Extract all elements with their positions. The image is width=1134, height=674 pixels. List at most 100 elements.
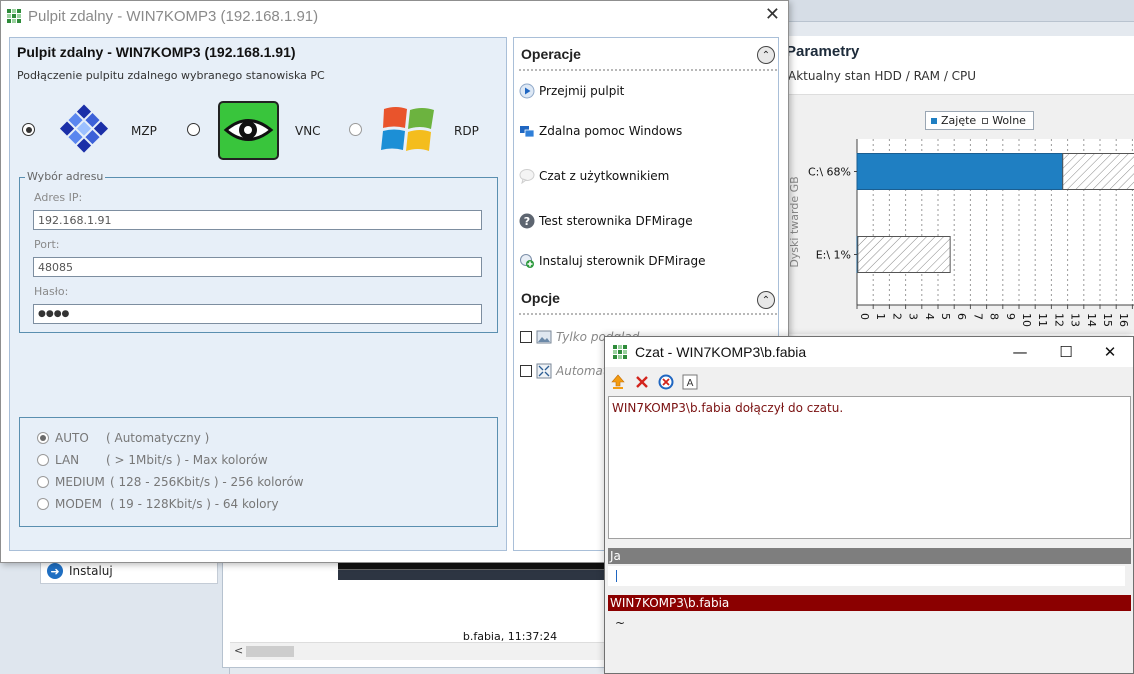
password-input[interactable] [33, 304, 482, 324]
chat-titlebar: Czat - WIN7KOMP3\b.fabia — ☐ ✕ [605, 337, 1133, 367]
font-icon[interactable]: A [681, 373, 699, 391]
x-tick-label: 9 [1004, 313, 1017, 320]
mode-option-medium[interactable]: MEDIUM ( 128 - 256Kbit/s ) - 256 kolorów [37, 475, 304, 489]
chat-window: Czat - WIN7KOMP3\b.fabia — ☐ ✕ A WIN7KOM… [604, 336, 1134, 674]
dialog-title: Pulpit zdalny - WIN7KOMP3 (192.168.1.91) [28, 7, 319, 25]
op-chat-with-user[interactable]: Czat z użytkownikiem [519, 168, 669, 184]
my-message-header: Ja [608, 548, 1131, 564]
port-input[interactable] [33, 257, 482, 277]
x-tick-label: 11 [1036, 313, 1049, 327]
operations-divider [519, 69, 777, 71]
vnc-eye-icon [218, 101, 279, 160]
dialog-titlebar: Pulpit zdalny - WIN7KOMP3 (192.168.1.91)… [1, 1, 788, 31]
app-logo-icon [7, 9, 21, 23]
x-tick-label: 15 [1101, 313, 1114, 327]
chat-close-button[interactable]: ✕ [1087, 337, 1133, 367]
x-tick-label: 2 [890, 313, 903, 320]
x-tick-label: 3 [907, 313, 920, 320]
mode-radio-auto[interactable] [37, 432, 49, 444]
scroll-thumb[interactable] [246, 646, 294, 657]
options-collapse-button[interactable]: ⌃ [757, 291, 775, 309]
mode-option-modem[interactable]: MODEM ( 19 - 128Kbit/s ) - 64 kolory [37, 497, 279, 511]
connection-title: Pulpit zdalny - WIN7KOMP3 (192.168.1.91) [17, 44, 296, 60]
category-label: C:\ 68% [808, 166, 851, 179]
image-icon [536, 329, 552, 345]
password-label: Hasło: [34, 285, 69, 298]
protocol-radio-rdp[interactable] [349, 123, 362, 136]
disk-chart-area: 01234567891011121314151617C:\ 68%E:\ 1%D… [788, 94, 1134, 334]
protocol-label-rdp: RDP [454, 124, 479, 138]
options-divider [519, 313, 777, 315]
automatic-checkbox[interactable] [520, 365, 532, 377]
mode-radio-modem[interactable] [37, 498, 49, 510]
x-tick-label: 1 [874, 313, 887, 320]
install-driver-icon [519, 253, 535, 269]
mode-option-auto[interactable]: AUTO ( Automatyczny ) [37, 431, 209, 445]
clear-icon[interactable] [633, 373, 651, 391]
x-tick-label: 10 [1020, 313, 1033, 327]
chat-bubble-icon [519, 168, 535, 184]
x-tick-label: 7 [971, 313, 984, 320]
legend-swatch-used [931, 118, 937, 124]
chat-log: WIN7KOMP3\b.fabia dołączył do czatu. [608, 396, 1131, 539]
op-take-desktop[interactable]: Przejmij pulpit [519, 83, 624, 99]
port-label: Port: [34, 238, 60, 251]
op-install-dfmirage[interactable]: Instaluj sterownik DFMirage [519, 253, 706, 269]
protocol-radio-mzp[interactable] [22, 123, 35, 136]
refresh-icon[interactable] [657, 373, 675, 391]
peer-message-text: ~ [615, 616, 626, 630]
background-toolbar-strip [788, 0, 1134, 22]
dialog-close-button[interactable]: ✕ [765, 4, 780, 25]
option-automatic[interactable]: Automat [520, 363, 608, 379]
operations-collapse-button[interactable]: ⌃ [757, 46, 775, 64]
my-message-input[interactable] [608, 566, 1125, 586]
view-only-checkbox[interactable] [520, 331, 532, 343]
legend-item-free: Wolne [982, 114, 1026, 127]
scroll-left-icon[interactable]: < [234, 644, 243, 657]
chat-minimize-button[interactable]: — [997, 337, 1043, 367]
peer-message-header: WIN7KOMP3\b.fabia [608, 595, 1131, 611]
legend-swatch-free [982, 118, 989, 124]
protocol-radio-vnc[interactable] [187, 123, 200, 136]
play-icon [519, 83, 535, 99]
install-item-label: Instaluj [69, 564, 113, 578]
svg-text:?: ? [524, 215, 530, 228]
screen-thumbnail-taskbar [338, 569, 608, 580]
parameters-subtitle: Aktualny stan HDD / RAM / CPU [788, 69, 977, 83]
app-logo-icon [613, 345, 627, 359]
options-heading: Opcje [521, 290, 560, 306]
send-file-icon[interactable] [609, 373, 627, 391]
chat-maximize-button[interactable]: ☐ [1043, 337, 1089, 367]
mode-option-lan[interactable]: LAN ( > 1Mbit/s ) - Max kolorów [37, 453, 268, 467]
chat-toolbar: A [609, 373, 699, 391]
x-tick-label: 14 [1085, 313, 1098, 327]
svg-text:A: A [687, 378, 694, 389]
mode-radio-lan[interactable] [37, 454, 49, 466]
horizontal-scrollbar[interactable]: < [230, 642, 604, 660]
chart-legend: Zajęte Wolne [925, 111, 1034, 130]
chat-title: Czat - WIN7KOMP3\b.fabia [635, 344, 807, 360]
x-tick-label: 5 [939, 313, 952, 320]
disk-usage-chart: 01234567891011121314151617C:\ 68%E:\ 1%D… [788, 139, 1134, 327]
x-tick-label: 6 [955, 313, 968, 320]
x-tick-label: 12 [1052, 313, 1065, 327]
fullscreen-icon [536, 363, 552, 379]
ip-input[interactable] [33, 210, 482, 230]
x-tick-label: 8 [988, 313, 1001, 320]
x-tick-label: 13 [1069, 313, 1082, 327]
bar-free [857, 236, 951, 273]
address-group-legend: Wybór adresu [25, 170, 106, 183]
x-tick-label: 4 [923, 313, 936, 320]
op-windows-remote-help[interactable]: Zdalna pomoc Windows [519, 123, 682, 139]
mode-radio-medium[interactable] [37, 476, 49, 488]
text-caret [616, 570, 617, 582]
op-test-dfmirage[interactable]: ? Test sterownika DFMirage [519, 213, 693, 229]
mzp-logo-icon [59, 104, 109, 153]
x-tick-label: 16 [1117, 313, 1130, 327]
arrow-right-icon: ➜ [47, 563, 63, 579]
chat-log-message: WIN7KOMP3\b.fabia dołączył do czatu. [612, 401, 844, 415]
ip-label: Adres IP: [34, 191, 83, 204]
windows-logo-icon [381, 107, 434, 151]
operations-heading: Operacje [521, 46, 581, 62]
protocol-label-mzp: MZP [131, 124, 157, 138]
